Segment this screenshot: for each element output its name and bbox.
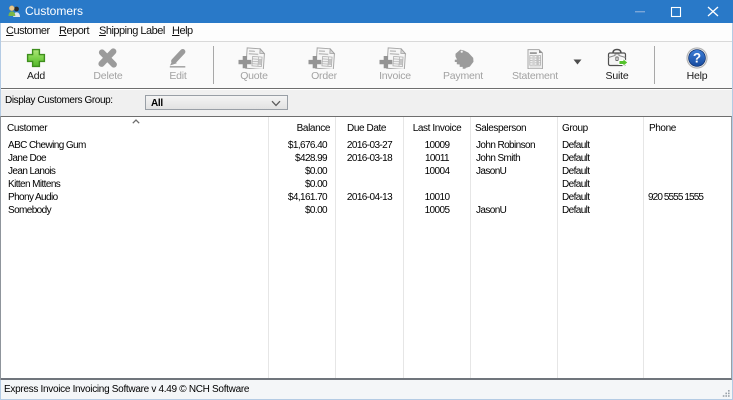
svg-text:?: ? xyxy=(693,51,701,66)
